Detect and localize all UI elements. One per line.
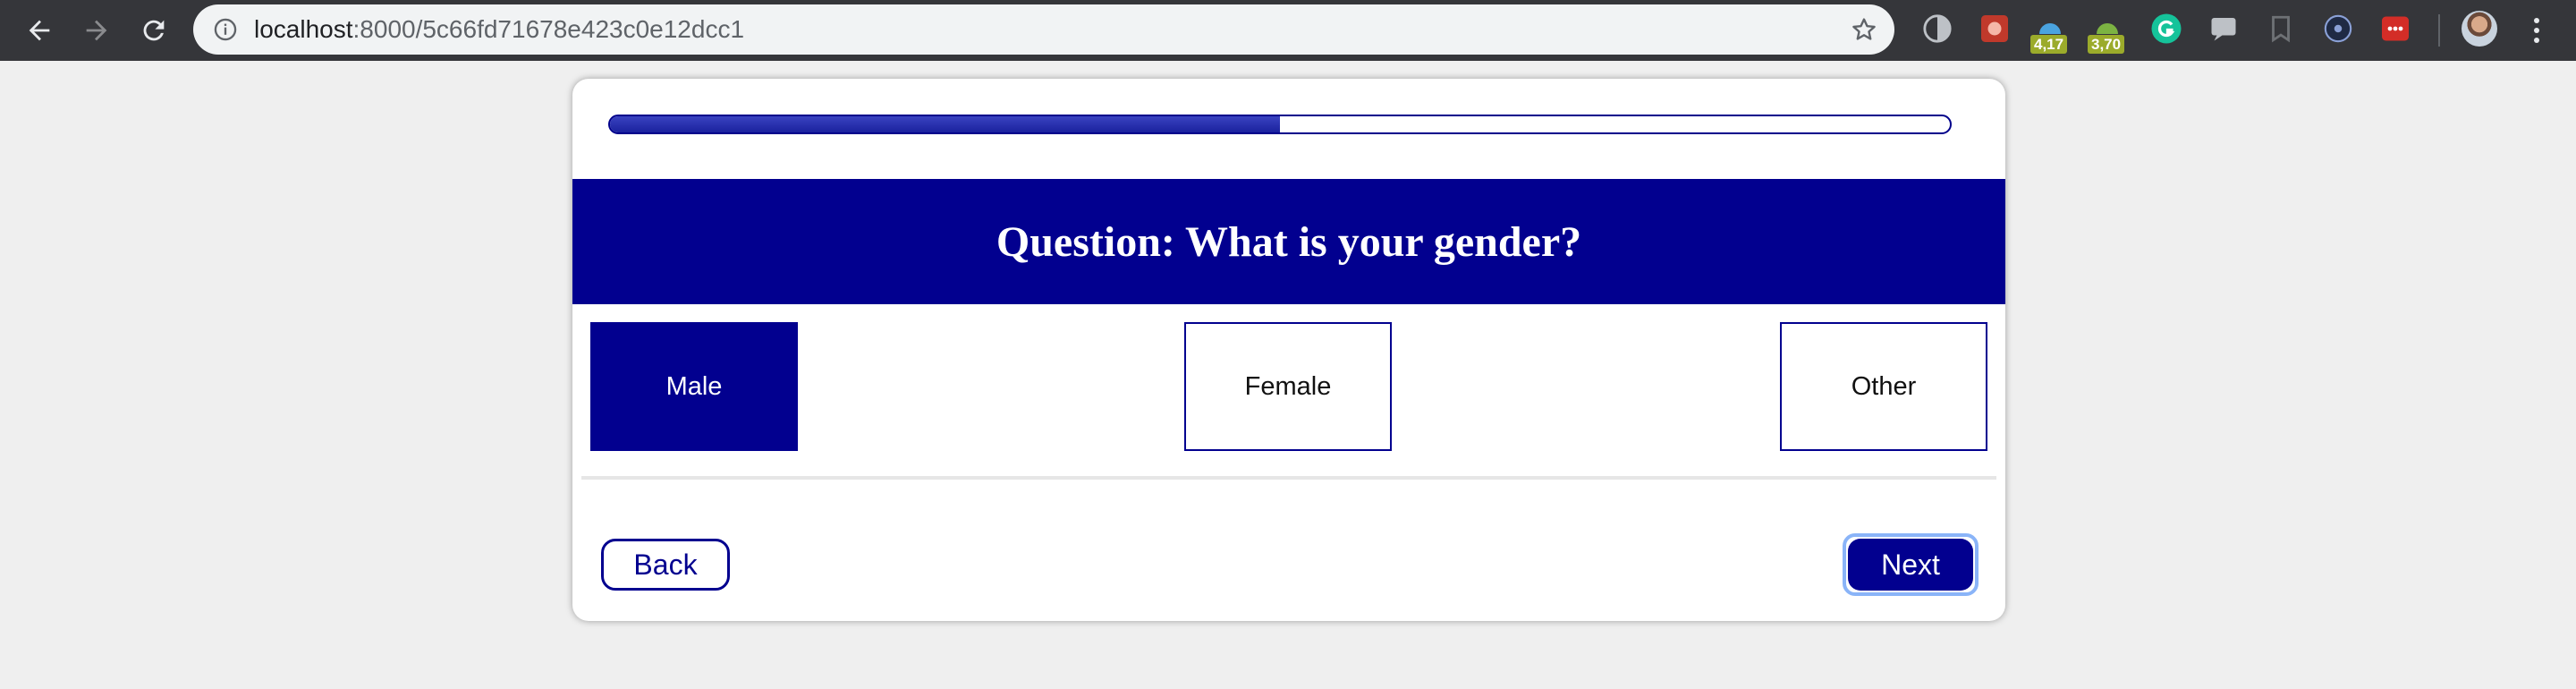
url-host: localhost bbox=[254, 15, 353, 43]
extension-badge: 3,70 bbox=[2088, 35, 2125, 54]
compass-icon bbox=[2324, 14, 2352, 43]
toolbar-divider bbox=[2438, 14, 2440, 47]
bookmark-icon bbox=[2272, 15, 2290, 43]
extension-badge: 4,17 bbox=[2030, 35, 2068, 54]
menu-dot-icon bbox=[2534, 18, 2539, 23]
puzzle-red-icon bbox=[1981, 15, 2008, 42]
info-icon[interactable] bbox=[213, 17, 238, 42]
extension-grammarly[interactable] bbox=[2148, 11, 2184, 47]
option-label: Other bbox=[1851, 371, 1917, 401]
extension-puzzle[interactable] bbox=[1977, 11, 2012, 47]
extension-compass[interactable] bbox=[2320, 11, 2356, 47]
menu-dot-icon bbox=[2534, 28, 2539, 33]
url-text[interactable]: localhost:8000/5c66fd71678e423c0e12dcc1 bbox=[254, 4, 744, 55]
extension-contrast[interactable] bbox=[1919, 11, 1955, 47]
reload-icon bbox=[143, 20, 165, 41]
question-title: Question: What is your gender? bbox=[996, 217, 1582, 266]
extension-bookmark[interactable] bbox=[2263, 11, 2299, 47]
option-male[interactable]: Male bbox=[590, 322, 798, 451]
lastpass-icon bbox=[2382, 16, 2409, 41]
next-button-focus-ring: Next bbox=[1843, 533, 1979, 596]
next-button[interactable]: Next bbox=[1848, 539, 1973, 591]
address-bar[interactable]: localhost:8000/5c66fd71678e423c0e12dcc1 bbox=[193, 4, 1894, 55]
extension-android-green[interactable]: 3,70 bbox=[2088, 11, 2125, 54]
extension-lastpass[interactable] bbox=[2377, 11, 2413, 47]
progress-fill bbox=[610, 116, 1280, 132]
survey-card: Question: What is your gender? Male Fema… bbox=[572, 79, 2005, 621]
browser-menu-button[interactable] bbox=[2521, 13, 2553, 48]
forward-nav-button[interactable] bbox=[75, 9, 118, 52]
chat-icon bbox=[2211, 18, 2236, 41]
option-label: Male bbox=[665, 371, 723, 401]
bookmark-star-icon[interactable] bbox=[1850, 15, 1878, 44]
option-label: Female bbox=[1244, 371, 1332, 401]
contrast-icon bbox=[1923, 14, 1952, 43]
arrow-right-icon bbox=[86, 20, 107, 41]
reload-button[interactable] bbox=[132, 9, 175, 52]
progress-bar bbox=[608, 115, 1952, 134]
menu-dot-icon bbox=[2534, 38, 2539, 43]
profile-avatar[interactable] bbox=[2462, 11, 2497, 47]
arrow-left-icon bbox=[29, 20, 50, 41]
back-button[interactable]: Back bbox=[601, 539, 730, 591]
browser-toolbar: localhost:8000/5c66fd71678e423c0e12dcc1 … bbox=[0, 0, 2576, 61]
option-female[interactable]: Female bbox=[1184, 322, 1392, 451]
divider bbox=[581, 476, 1996, 480]
back-nav-button[interactable] bbox=[18, 9, 61, 52]
extension-android-blue[interactable]: 4,17 bbox=[2030, 11, 2068, 54]
extension-chat[interactable] bbox=[2206, 11, 2241, 47]
question-header: Question: What is your gender? bbox=[572, 179, 2005, 304]
url-path: :8000/5c66fd71678e423c0e12dcc1 bbox=[352, 15, 745, 43]
option-other[interactable]: Other bbox=[1780, 322, 1987, 451]
grammarly-icon bbox=[2151, 13, 2182, 44]
